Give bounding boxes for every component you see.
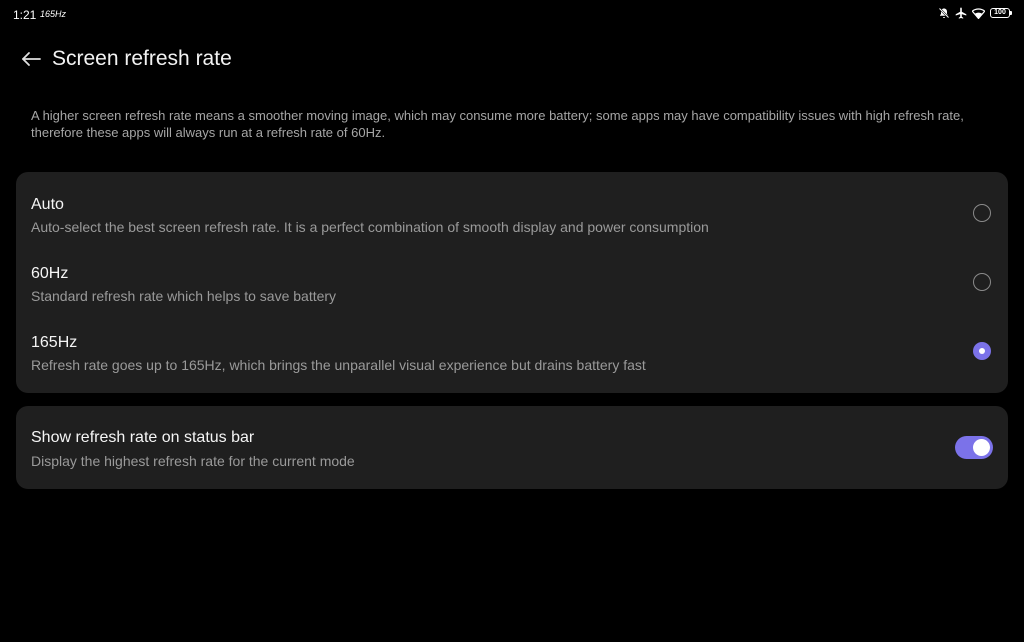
radio-60hz[interactable] (973, 273, 991, 291)
status-bar-toggle-card: Show refresh rate on status bar Display … (16, 406, 1008, 489)
arrow-left-icon (21, 51, 41, 72)
radio-auto[interactable] (973, 204, 991, 222)
toggle-subtitle: Display the highest refresh rate for the… (31, 453, 355, 469)
option-title: 60Hz (31, 265, 69, 282)
page-title: Screen refresh rate (52, 47, 232, 70)
show-refresh-rate-switch[interactable] (955, 436, 993, 459)
option-subtitle: Refresh rate goes up to 165Hz, which bri… (31, 357, 646, 373)
radio-165hz[interactable] (973, 342, 991, 360)
option-subtitle: Auto-select the best screen refresh rate… (31, 219, 709, 235)
status-bar: 1:21 165Hz 100 (0, 0, 1024, 28)
option-subtitle: Standard refresh rate which helps to sav… (31, 288, 337, 304)
battery-icon: 100 (990, 8, 1012, 18)
option-auto[interactable]: Auto Auto-select the best screen refresh… (16, 186, 1008, 255)
option-title: Auto (31, 196, 64, 213)
option-165hz[interactable]: 165Hz Refresh rate goes up to 165Hz, whi… (16, 324, 1008, 393)
wifi-icon (972, 7, 985, 19)
status-icons: 100 (938, 7, 1012, 19)
toggle-title: Show refresh rate on status bar (31, 429, 255, 446)
option-title: 165Hz (31, 334, 78, 351)
description-text: A higher screen refresh rate means a smo… (31, 108, 964, 140)
mute-icon (938, 7, 950, 19)
airplane-icon (955, 7, 967, 19)
refresh-rate-options-card: Auto Auto-select the best screen refresh… (16, 172, 1008, 393)
switch-knob (973, 439, 990, 456)
option-60hz[interactable]: 60Hz Standard refresh rate which helps t… (16, 255, 1008, 324)
status-time: 1:21 (13, 8, 37, 22)
back-button[interactable] (18, 48, 44, 74)
status-refresh-indicator: 165Hz (40, 9, 67, 19)
